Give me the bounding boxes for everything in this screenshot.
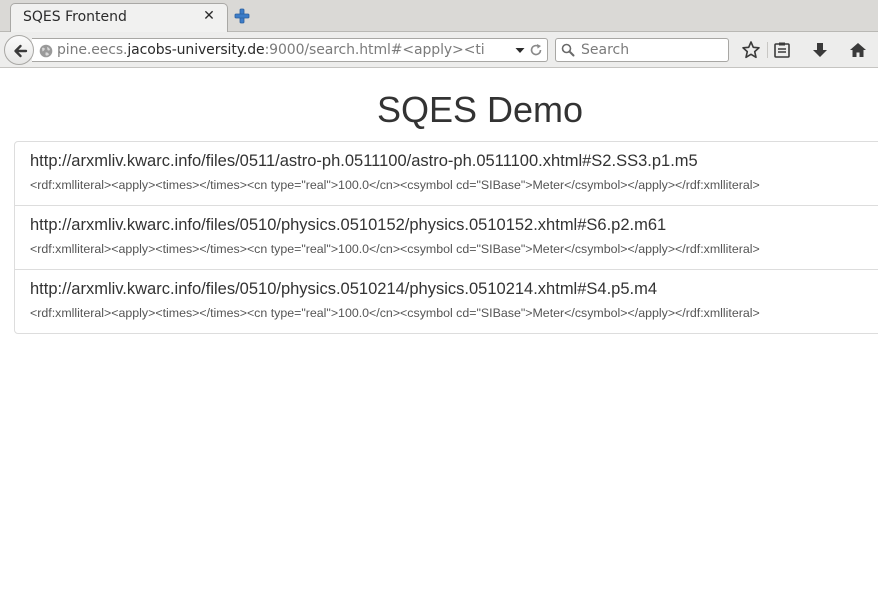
tab-sqes-frontend[interactable]: SQES Frontend ✕	[10, 3, 228, 32]
tab-title: SQES Frontend	[23, 9, 127, 25]
result-text: <rdf:xmlliteral><apply><times></times><c…	[30, 242, 760, 256]
arrow-left-icon	[14, 44, 28, 58]
globe-icon	[39, 44, 53, 58]
reload-icon[interactable]	[529, 43, 543, 57]
list-item[interactable]: http://arxmliv.kwarc.info/files/0510/phy…	[15, 270, 878, 333]
result-text: <rdf:xmlliteral><apply><times></times><c…	[30, 306, 760, 320]
page-title: SQES Demo	[376, 89, 584, 130]
list-item[interactable]: http://arxmliv.kwarc.info/files/0511/ast…	[15, 142, 878, 206]
result-heading: http://arxmliv.kwarc.info/files/0510/phy…	[30, 280, 658, 298]
url-path: :9000/search.html#<apply><ti	[264, 42, 485, 58]
reading-list-icon[interactable]	[772, 40, 792, 60]
search-input[interactable]	[578, 40, 726, 60]
navigation-bar: pine.eecs.jacobs-university.de:9000/sear…	[0, 32, 878, 68]
tab-strip: SQES Frontend ✕	[0, 0, 878, 32]
star-icon[interactable]	[741, 40, 761, 60]
back-button[interactable]	[4, 35, 34, 65]
search-icon	[561, 43, 575, 57]
result-heading: http://arxmliv.kwarc.info/files/0510/phy…	[30, 216, 667, 234]
page-content: SQES Demo http://arxmliv.kwarc.info/file…	[0, 69, 878, 594]
url-host: jacobs-university.de	[127, 42, 265, 58]
toolbar-separator	[767, 42, 768, 58]
chevron-down-icon[interactable]	[514, 43, 526, 57]
result-heading: http://arxmliv.kwarc.info/files/0511/ast…	[30, 152, 698, 170]
download-icon[interactable]	[810, 40, 830, 60]
list-item[interactable]: http://arxmliv.kwarc.info/files/0510/phy…	[15, 206, 878, 270]
home-icon[interactable]	[848, 40, 868, 60]
result-text: <rdf:xmlliteral><apply><times></times><c…	[30, 178, 760, 192]
results-list: http://arxmliv.kwarc.info/files/0511/ast…	[14, 141, 878, 334]
plus-icon[interactable]	[233, 7, 251, 25]
url-text: pine.eecs.jacobs-university.de:9000/sear…	[57, 42, 512, 58]
url-prefix: pine.eecs.	[57, 42, 128, 58]
close-icon[interactable]: ✕	[203, 9, 215, 23]
search-box[interactable]	[555, 38, 729, 62]
url-bar[interactable]: pine.eecs.jacobs-university.de:9000/sear…	[32, 38, 548, 62]
